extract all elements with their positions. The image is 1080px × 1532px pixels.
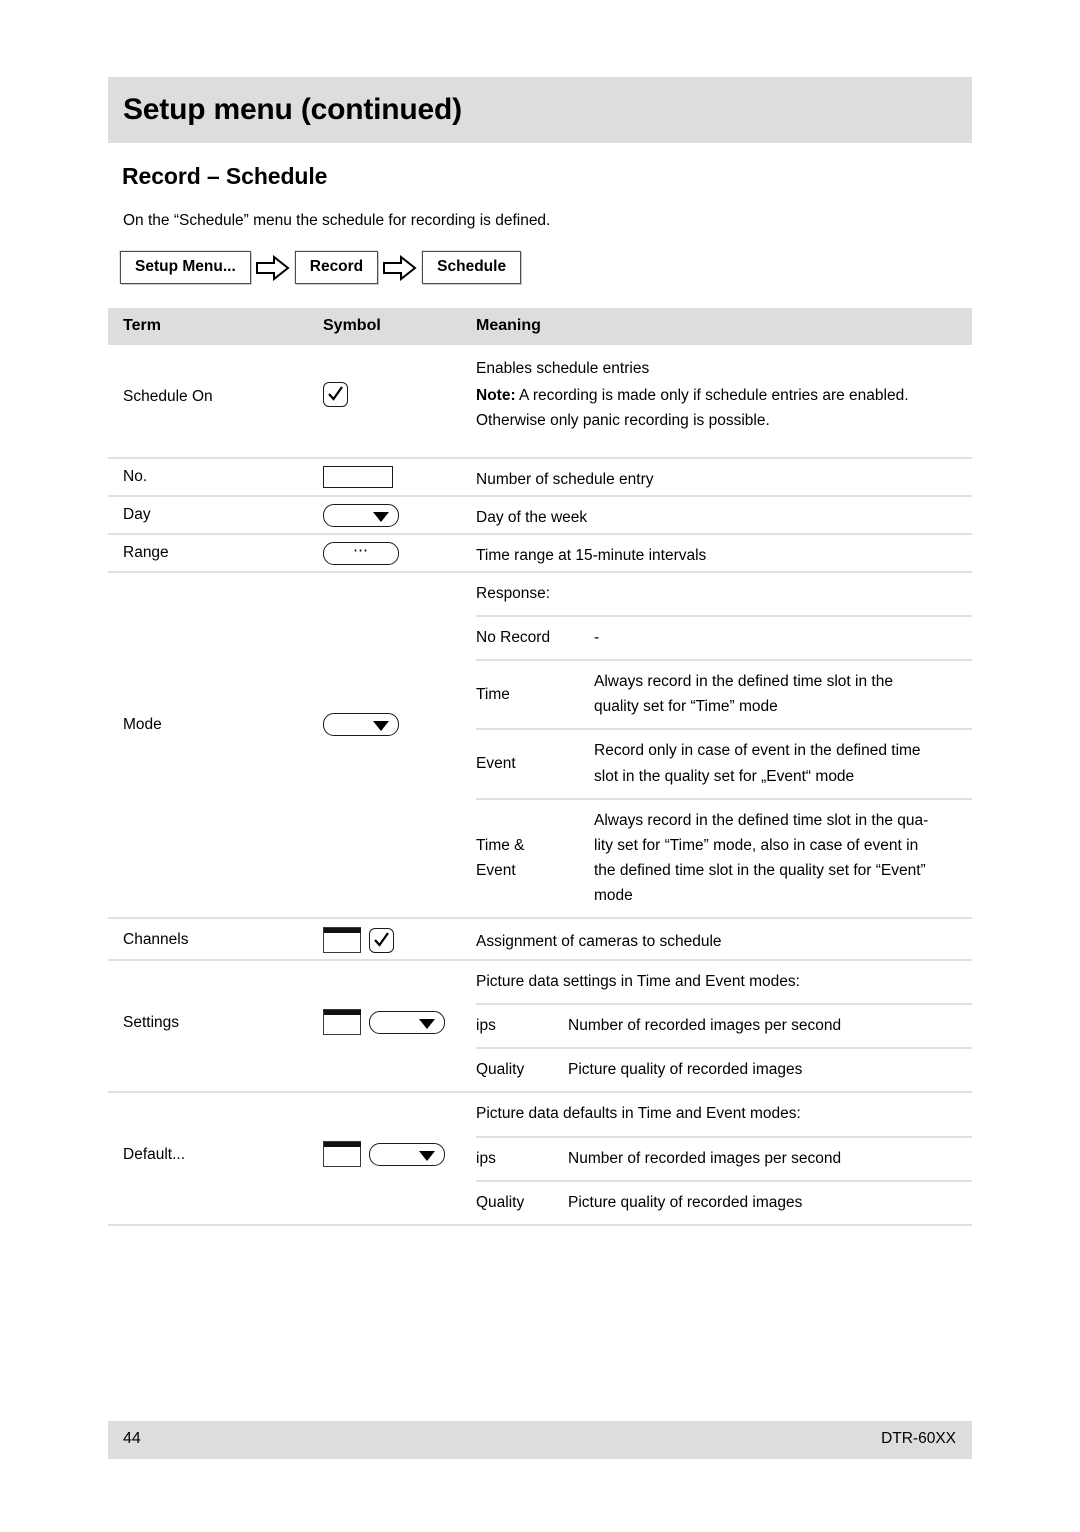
sub-row-label: Quality bbox=[476, 1193, 525, 1211]
sub-row: Quality Picture quality of recorded imag… bbox=[476, 1047, 972, 1091]
reference-table: Term Symbol Meaning Schedule On Enables … bbox=[108, 308, 972, 1226]
table-row: Default... Picture data defaults in Time… bbox=[108, 1091, 972, 1223]
sub-row: No Record - bbox=[476, 615, 972, 659]
row-term-schedule-on: Schedule On bbox=[123, 388, 213, 405]
table-row: Day Day of the week bbox=[108, 495, 972, 533]
sub-row: Quality Picture quality of recorded imag… bbox=[476, 1179, 972, 1224]
row-symbol-mode bbox=[323, 713, 399, 736]
chevron-down-icon bbox=[419, 1018, 435, 1029]
breadcrumb: Setup Menu... Record Schedule bbox=[120, 251, 522, 284]
checkbox-checked-icon[interactable] bbox=[323, 382, 348, 407]
sub-row-label: ips bbox=[476, 1149, 496, 1167]
row-term-channels: Channels bbox=[123, 931, 189, 949]
sub-row-desc: - bbox=[594, 629, 600, 647]
chevron-down-icon bbox=[419, 1150, 435, 1161]
page-header-band: Setup menu (continued) bbox=[108, 77, 972, 143]
sub-row: Event Record only in case of event in th… bbox=[476, 728, 972, 797]
sub-row-desc: Number of recorded images per second bbox=[568, 1149, 842, 1167]
meaning-subheader: Response: bbox=[476, 585, 551, 602]
sub-row-label: Quality bbox=[476, 1061, 525, 1079]
sub-row-desc: Always record in the defined time slot i… bbox=[594, 811, 929, 904]
sub-row: Time & Event Always record in the define… bbox=[476, 797, 972, 917]
sub-row: ips Number of recorded images per second bbox=[476, 1135, 972, 1180]
row-term-range: Range bbox=[123, 544, 169, 561]
table-bottom-rule bbox=[108, 1223, 972, 1226]
sub-row-label: No Record bbox=[476, 629, 551, 647]
sub-row: ips Number of recorded images per second bbox=[476, 1003, 972, 1047]
meaning-subheader: Picture data defaults in Time and Event … bbox=[476, 1105, 801, 1123]
sub-row-desc: Number of recorded images per second bbox=[568, 1017, 842, 1035]
dropdown-icon[interactable] bbox=[323, 713, 399, 736]
row-meaning-schedule-on: Enables schedule entries Note: A recordi… bbox=[476, 345, 972, 441]
row-meaning-default: Picture data defaults in Time and Event … bbox=[476, 1093, 972, 1223]
table-row: Mode Response: No Record - Time Always r… bbox=[108, 571, 972, 917]
text-field-icon[interactable] bbox=[323, 466, 393, 488]
page-title: Setup menu (continued) bbox=[123, 93, 462, 126]
sub-row-label: Time & Event bbox=[476, 836, 525, 879]
row-symbol-default bbox=[323, 1141, 445, 1168]
section-intro-text: On the “Schedule” menu the schedule for … bbox=[123, 212, 551, 229]
sub-row: Time Always record in the defined time s… bbox=[476, 659, 972, 728]
window-panel-icon[interactable] bbox=[323, 927, 361, 954]
dropdown-icon[interactable] bbox=[323, 504, 399, 527]
table-row: Channels Assignment of cameras to schedu… bbox=[108, 917, 972, 959]
breadcrumb-item-schedule[interactable]: Schedule bbox=[422, 251, 522, 284]
row-symbol-settings bbox=[323, 1009, 445, 1036]
chevron-down-icon bbox=[373, 512, 389, 522]
row-symbol-channels bbox=[323, 927, 394, 954]
column-header-symbol: Symbol bbox=[323, 317, 381, 334]
table-row: Settings Picture data settings in Time a… bbox=[108, 959, 972, 1091]
sub-row-desc: Picture quality of recorded images bbox=[568, 1061, 803, 1079]
meaning-text: Enables schedule entries bbox=[476, 360, 650, 377]
breadcrumb-item-record[interactable]: Record bbox=[294, 251, 379, 284]
window-panel-icon[interactable] bbox=[323, 1141, 361, 1168]
dots-button-icon[interactable]: ⋯ bbox=[323, 542, 399, 565]
row-symbol-schedule-on bbox=[323, 382, 348, 407]
meaning-subheader: Picture data settings in Time and Event … bbox=[476, 973, 800, 991]
breadcrumb-item-setup-menu[interactable]: Setup Menu... bbox=[120, 251, 251, 284]
row-symbol-no bbox=[323, 466, 393, 488]
sub-row-desc: Picture quality of recorded images bbox=[568, 1193, 803, 1211]
right-block-arrow-icon-2 bbox=[378, 254, 422, 281]
section-heading: Record – Schedule bbox=[122, 163, 328, 189]
table-row: Schedule On Enables schedule entries Not… bbox=[108, 345, 972, 457]
checkbox-checked-icon[interactable] bbox=[369, 927, 394, 953]
dropdown-icon[interactable] bbox=[369, 1010, 445, 1034]
right-block-arrow-icon bbox=[251, 254, 295, 281]
note-text: A recording is made only if schedule ent… bbox=[476, 386, 909, 429]
meaning-note: Note: A recording is made only if schedu… bbox=[476, 384, 972, 442]
row-term-settings: Settings bbox=[123, 1014, 180, 1032]
row-symbol-range: ⋯ bbox=[323, 542, 399, 565]
model-identifier: DTR-60XX bbox=[881, 1430, 956, 1447]
row-symbol-day bbox=[323, 504, 399, 527]
row-term-default: Default... bbox=[123, 1146, 186, 1164]
window-panel-icon[interactable] bbox=[323, 1009, 361, 1036]
page-number: 44 bbox=[123, 1430, 141, 1447]
row-meaning-settings: Picture data settings in Time and Event … bbox=[476, 961, 972, 1091]
chevron-down-icon bbox=[373, 721, 389, 731]
row-meaning-mode: Response: No Record - Time Always record… bbox=[476, 573, 972, 917]
table-row: Range ⋯ Time range at 15-minute interval… bbox=[108, 533, 972, 571]
row-term-no: No. bbox=[123, 468, 148, 485]
page-footer-band: 44 DTR-60XX bbox=[108, 1421, 972, 1459]
sub-row-label: Time bbox=[476, 685, 510, 703]
document-page: Setup menu (continued) Record – Schedule… bbox=[108, 0, 972, 1532]
note-label: Note: bbox=[476, 386, 516, 404]
dropdown-icon[interactable] bbox=[369, 1142, 445, 1166]
sub-row-label: Event bbox=[476, 754, 516, 772]
row-term-day: Day bbox=[123, 506, 151, 523]
table-header-row: Term Symbol Meaning bbox=[108, 308, 972, 345]
row-term-mode: Mode bbox=[123, 716, 162, 733]
column-header-term: Term bbox=[123, 317, 161, 334]
sub-row-label: ips bbox=[476, 1017, 496, 1035]
table-row: No. Number of schedule entry bbox=[108, 457, 972, 495]
sub-row-desc: Always record in the defined time slot i… bbox=[594, 673, 893, 716]
column-header-meaning: Meaning bbox=[476, 317, 541, 334]
sub-row-desc: Record only in case of event in the defi… bbox=[594, 742, 921, 785]
